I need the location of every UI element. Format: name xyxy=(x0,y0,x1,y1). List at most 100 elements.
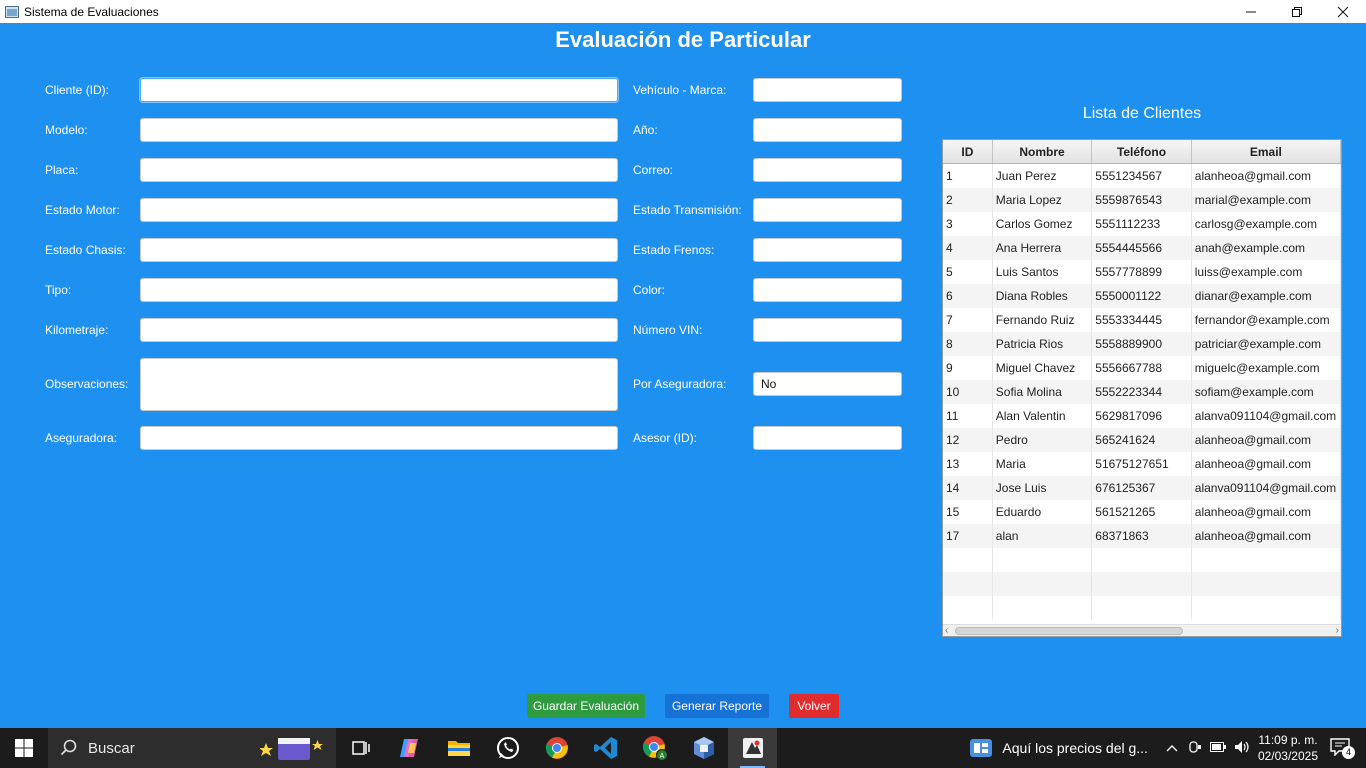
estado-transmision-input[interactable] xyxy=(753,198,902,222)
cell-nombre: Miguel Chavez xyxy=(993,356,1093,380)
cell-email: alanheoa@gmail.com xyxy=(1192,428,1341,452)
table-row[interactable]: 15 Eduardo 561521265 alanheoa@gmail.com xyxy=(943,500,1341,524)
restore-button[interactable] xyxy=(1274,0,1320,23)
modelo-label: Modelo: xyxy=(45,123,88,137)
windows-logo-icon xyxy=(15,739,33,757)
table-row[interactable]: 7 Fernando Ruiz 5553334445 fernandor@exampl… xyxy=(943,308,1341,332)
guardar-evaluacion-button[interactable]: Guardar Evaluación xyxy=(527,694,645,718)
cell-id: 2 xyxy=(943,188,993,212)
column-header-email[interactable]: Email xyxy=(1192,140,1341,163)
news-widget[interactable]: Aquí los precios del g... xyxy=(970,739,1148,757)
news-text: Aquí los precios del g... xyxy=(1002,740,1148,756)
tipo-label: Tipo: xyxy=(45,283,72,297)
table-row[interactable]: 5 Luis Santos 5557778899 luiss@example.com xyxy=(943,260,1341,284)
cell-id: 9 xyxy=(943,356,993,380)
battery-icon[interactable] xyxy=(1209,741,1226,755)
por-aseguradora-input[interactable] xyxy=(753,372,902,396)
estado-chasis-label: Estado Chasis: xyxy=(45,243,126,257)
asesor-id-input[interactable] xyxy=(753,426,902,450)
cell-id: 12 xyxy=(943,428,993,452)
column-header-telefono[interactable]: Teléfono xyxy=(1092,140,1192,163)
placa-input[interactable] xyxy=(140,158,618,182)
chevron-up-icon[interactable] xyxy=(1166,741,1178,755)
tipo-input[interactable] xyxy=(140,278,618,302)
cliente-id-input[interactable] xyxy=(140,78,618,102)
cell-nombre: Eduardo xyxy=(993,500,1093,524)
empty-cell xyxy=(1092,548,1192,572)
aseguradora-input[interactable] xyxy=(140,426,618,450)
generar-reporte-button[interactable]: Generar Reporte xyxy=(665,694,769,718)
java-app-icon[interactable] xyxy=(728,728,777,768)
whatsapp-icon[interactable] xyxy=(483,728,532,768)
vscode-icon[interactable] xyxy=(581,728,630,768)
modelo-input[interactable] xyxy=(140,118,618,142)
table-row[interactable]: 13 Maria 51675127651 alanheoa@gmail.com xyxy=(943,452,1341,476)
scroll-left-icon[interactable]: ‹ xyxy=(945,625,948,636)
clock-date: 02/03/2025 xyxy=(1257,749,1318,763)
table-row[interactable]: 9 Miguel Chavez 5556667788 miguelc@example.… xyxy=(943,356,1341,380)
table-row[interactable]: 2 Maria Lopez 5559876543 marial@example.com xyxy=(943,188,1341,212)
search-placeholder: Buscar xyxy=(88,739,135,757)
volver-button[interactable]: Volver xyxy=(789,694,839,718)
column-header-nombre[interactable]: Nombre xyxy=(993,140,1093,163)
vehiculo-marca-input[interactable] xyxy=(753,78,902,102)
vehiculo-marca-label: Vehículo - Marca: xyxy=(633,83,727,97)
table-row[interactable]: 14 Jose Luis 676125367 alanva091104@gmail.c… xyxy=(943,476,1341,500)
cell-id: 17 xyxy=(943,524,993,548)
estado-frenos-input[interactable] xyxy=(753,238,902,262)
empty-cell xyxy=(1192,548,1341,572)
estado-chasis-input[interactable] xyxy=(140,238,618,262)
table-row[interactable]: 11 Alan Valentin 5629817096 alanva091104@gm… xyxy=(943,404,1341,428)
kilometraje-input[interactable] xyxy=(140,318,618,342)
file-explorer-icon[interactable] xyxy=(434,728,483,768)
cell-email: alanheoa@gmail.com xyxy=(1192,452,1341,476)
taskbar-clock[interactable]: 11:09 p. m. 02/03/2025 xyxy=(1258,732,1318,764)
meet-now-icon[interactable] xyxy=(1188,740,1202,757)
empty-cell xyxy=(1192,596,1341,620)
copilot-icon[interactable] xyxy=(385,728,434,768)
cell-nombre: Ana Herrera xyxy=(993,236,1093,260)
cell-email: luiss@example.com xyxy=(1192,260,1341,284)
cell-id: 13 xyxy=(943,452,993,476)
table-row[interactable]: 17 alan 68371863 alanheoa@gmail.com xyxy=(943,524,1341,548)
minimize-button[interactable] xyxy=(1228,0,1274,23)
table-row[interactable]: 3 Carlos Gomez 5551112233 carlosg@example.c… xyxy=(943,212,1341,236)
anio-input[interactable] xyxy=(753,118,902,142)
cell-nombre: Sofia Molina xyxy=(993,380,1093,404)
table-row[interactable]: 8 Patricia Rios 5558889900 patriciar@exampl… xyxy=(943,332,1341,356)
numero-vin-input[interactable] xyxy=(753,318,902,342)
cell-telefono: 5551112233 xyxy=(1092,212,1192,236)
color-input[interactable] xyxy=(753,278,902,302)
cell-email: carlosg@example.com xyxy=(1192,212,1341,236)
notification-count: 4 xyxy=(1342,746,1355,759)
estado-motor-input[interactable] xyxy=(140,198,618,222)
correo-input[interactable] xyxy=(753,158,902,182)
cell-email: alanheoa@gmail.com xyxy=(1192,500,1341,524)
table-body: 1 Juan Perez 5551234567 alanheoa@gmail.com 2… xyxy=(943,164,1341,620)
system-tray: Aquí los precios del g... 11:09 p. m. 02… xyxy=(970,728,1366,768)
scroll-right-icon[interactable]: › xyxy=(1336,625,1339,636)
chrome-profile-icon[interactable]: A xyxy=(630,728,679,768)
clientes-table[interactable]: ID Nombre Teléfono Email 1 Juan Perez 5551… xyxy=(942,139,1342,637)
table-row[interactable]: 1 Juan Perez 5551234567 alanheoa@gmail.com xyxy=(943,164,1341,188)
column-header-id[interactable]: ID xyxy=(943,140,993,163)
cell-email: alanva091104@gmail.com xyxy=(1192,404,1341,428)
cell-email: alanheoa@gmail.com xyxy=(1192,524,1341,548)
chrome-icon[interactable] xyxy=(532,728,581,768)
cell-nombre: Jose Luis xyxy=(993,476,1093,500)
observaciones-textarea[interactable] xyxy=(140,358,618,411)
start-button[interactable] xyxy=(0,728,48,768)
table-row[interactable]: 6 Diana Robles 5550001122 dianar@example.co… xyxy=(943,284,1341,308)
table-row[interactable]: 4 Ana Herrera 5554445566 anah@example.com xyxy=(943,236,1341,260)
virtualbox-icon[interactable] xyxy=(679,728,728,768)
table-row[interactable]: 10 Sofia Molina 5552223344 sofiam@example.c… xyxy=(943,380,1341,404)
notifications-icon[interactable]: 4 xyxy=(1330,738,1355,759)
taskbar-search[interactable]: Buscar xyxy=(48,728,336,768)
task-view-icon[interactable] xyxy=(336,728,385,768)
horizontal-scrollbar[interactable]: ‹ › xyxy=(943,624,1341,636)
volume-icon[interactable] xyxy=(1234,740,1250,757)
close-button[interactable] xyxy=(1320,0,1366,23)
cell-nombre: alan xyxy=(993,524,1093,548)
table-row[interactable]: 12 Pedro 565241624 alanheoa@gmail.com xyxy=(943,428,1341,452)
scrollbar-thumb[interactable] xyxy=(955,627,1183,635)
